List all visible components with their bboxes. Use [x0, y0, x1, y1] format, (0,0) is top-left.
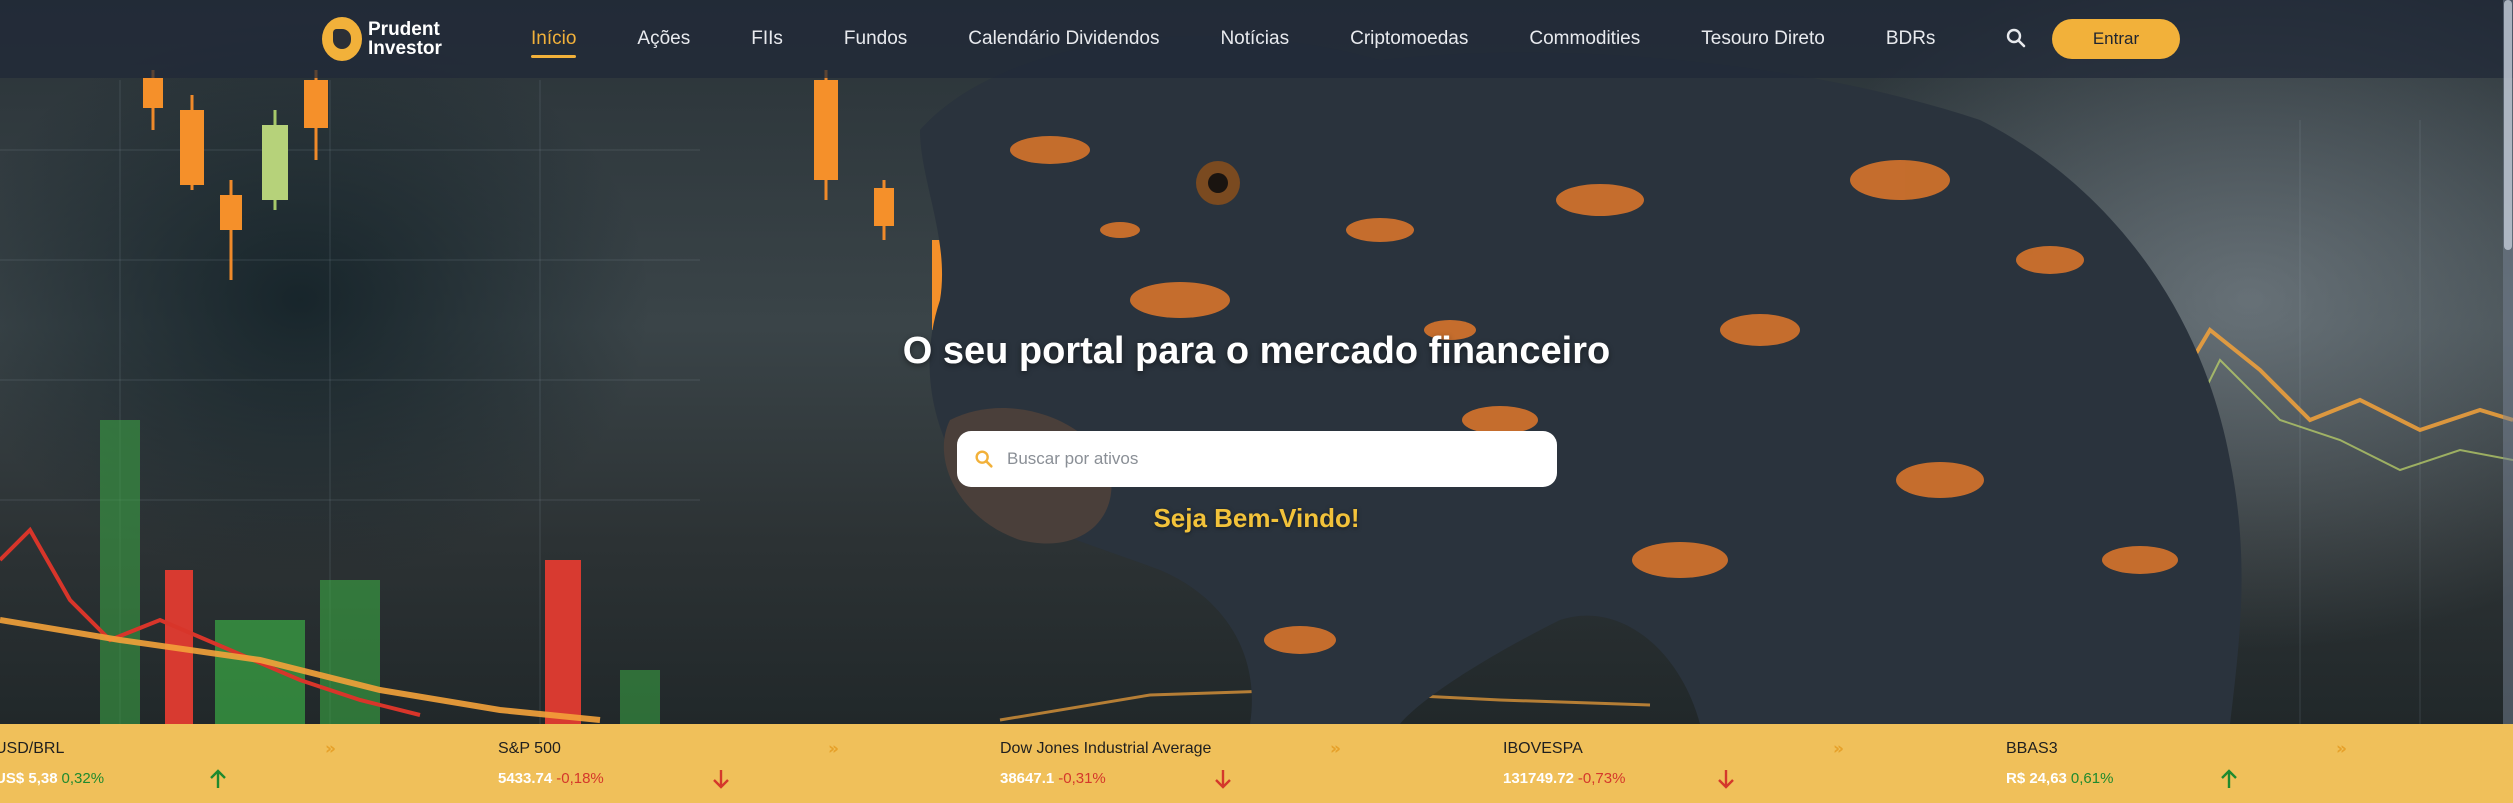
top-navigation-bar: Prudent Investor Início Ações FIIs Fundo… [0, 0, 2513, 78]
login-button[interactable]: Entrar [2052, 19, 2180, 59]
arrow-down-icon [1718, 770, 1734, 789]
ticker-name: Dow Jones Industrial Average [1000, 740, 1212, 757]
ticker-change: -0,73% [1577, 770, 1626, 787]
nav-link-fundos[interactable]: Fundos [844, 28, 907, 50]
logo-line-1: Prudent [368, 19, 440, 40]
ticker-name: IBOVESPA [1503, 740, 1583, 757]
ticker-change: -0,18% [556, 770, 604, 787]
ticker-change: -0,31% [1058, 770, 1106, 787]
ticker-name: BBAS3 [2006, 740, 2058, 757]
ticker-change: 0,32% [61, 770, 105, 787]
market-ticker: USD/BRL » US$ 5,38 0,32% S&P 500 » 5433.7… [0, 724, 2513, 803]
ticker-item[interactable]: IBOVESPA » 131749.72 -0,73% [1503, 724, 1844, 803]
chevron-right-icon: » [2336, 739, 2347, 759]
ticker-price: 38647.1 -0,31% [1000, 770, 1106, 787]
ticker-change: 0,61% [2070, 770, 2114, 787]
chevron-right-icon: » [828, 739, 839, 759]
ticker-name: S&P 500 [498, 740, 561, 757]
ticker-item[interactable]: Dow Jones Industrial Average » 38647.1 -0… [1000, 724, 1341, 803]
nav-link-criptomoedas[interactable]: Criptomoedas [1350, 28, 1468, 50]
logo-line-2: Investor [368, 38, 442, 59]
logo-icon [322, 17, 362, 61]
arrow-down-icon [1215, 770, 1231, 789]
ticker-price: 131749.72 -0,73% [1503, 770, 1625, 787]
nav-link-commodities[interactable]: Commodities [1529, 28, 1640, 50]
nav-link-bdrs[interactable]: BDRs [1886, 28, 1936, 50]
arrow-up-icon [210, 769, 226, 788]
nav-link-tesouro-direto[interactable]: Tesouro Direto [1701, 28, 1825, 50]
asset-search-input[interactable] [1007, 449, 1557, 469]
ticker-price: US$ 5,38 0,32% [0, 770, 104, 787]
welcome-message: Seja Bem-Vindo! [1153, 503, 1360, 533]
ticker-price-value: R$ 24,63 [2006, 770, 2067, 787]
chevron-right-icon: » [1330, 739, 1341, 759]
ticker-item[interactable]: BBAS3 » R$ 24,63 0,61% [2006, 724, 2347, 803]
nav-link-fiis[interactable]: FIIs [751, 28, 783, 50]
logo-text: Prudent Investor [368, 20, 442, 58]
nav-links: Início Ações FIIs Fundos Calendário Divi… [531, 0, 1996, 78]
brand-logo[interactable]: Prudent Investor [322, 14, 442, 64]
ticker-price-value: 5433.74 [498, 770, 553, 787]
scrollbar-thumb[interactable] [2504, 0, 2512, 250]
arrow-up-icon [2221, 769, 2237, 788]
nav-link-inicio[interactable]: Início [531, 28, 577, 58]
asset-search-box[interactable] [957, 431, 1557, 487]
hero-title: O seu portal para o mercado financeiro [902, 330, 1611, 372]
search-icon [975, 450, 993, 468]
ticker-price: R$ 24,63 0,61% [2006, 770, 2113, 787]
ticker-price-value: US$ 5,38 [0, 770, 58, 787]
ticker-price-value: 131749.72 [1503, 770, 1574, 787]
ticker-item[interactable]: USD/BRL » US$ 5,38 0,32% [0, 724, 336, 803]
search-icon[interactable] [2004, 26, 2028, 50]
ticker-price-value: 38647.1 [1000, 770, 1055, 787]
arrow-down-icon [713, 770, 729, 789]
nav-link-noticias[interactable]: Notícias [1220, 28, 1289, 50]
nav-link-acoes[interactable]: Ações [637, 28, 690, 50]
chevron-right-icon: » [1833, 739, 1844, 759]
nav-link-calendario-dividendos[interactable]: Calendário Dividendos [968, 28, 1159, 50]
chevron-right-icon: » [325, 739, 336, 759]
ticker-price: 5433.74 -0,18% [498, 770, 604, 787]
ticker-name: USD/BRL [0, 740, 65, 757]
ticker-item[interactable]: S&P 500 » 5433.74 -0,18% [498, 724, 839, 803]
